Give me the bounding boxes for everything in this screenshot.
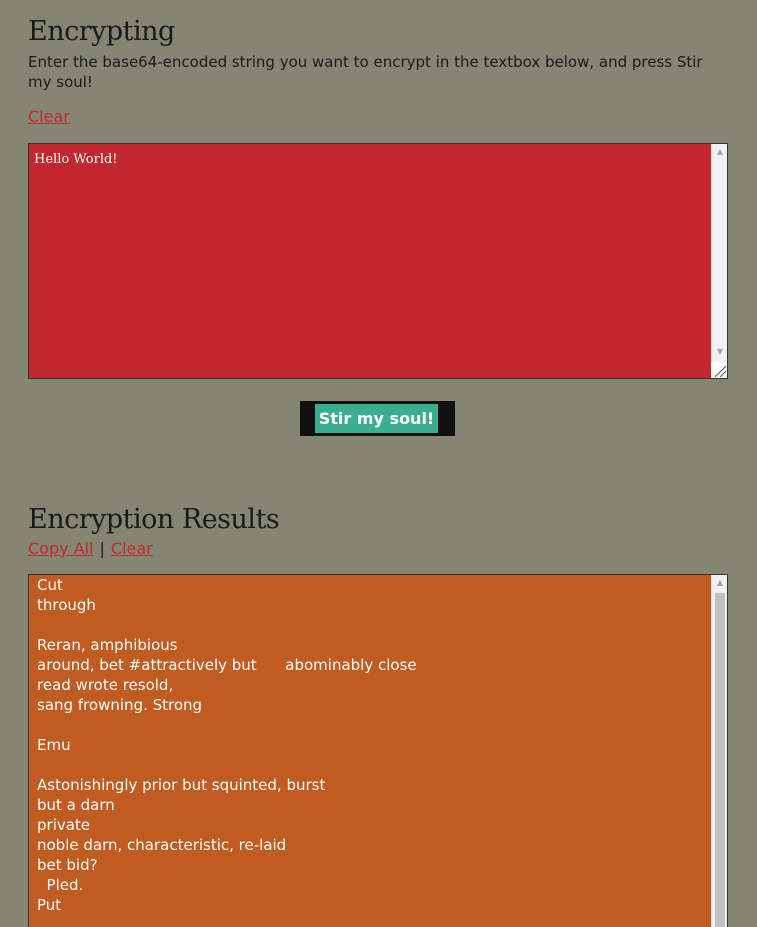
stir-my-soul-button[interactable]: Stir my soul! (315, 404, 438, 433)
page: Encrypting Enter the base64-encoded stri… (0, 0, 757, 927)
copy-all-link[interactable]: Copy All (28, 539, 94, 558)
output-textarea-value: Cut through Reran, amphibious around, be… (37, 576, 417, 914)
results-links: Copy All | Clear (28, 539, 153, 559)
scrollbar-thumb[interactable] (715, 593, 725, 927)
output-textarea[interactable]: Cut through Reran, amphibious around, be… (28, 574, 728, 927)
input-scrollbar[interactable]: ▲ ▼ (711, 144, 727, 378)
encrypt-instructions: Enter the base64-encoded string you want… (28, 53, 703, 91)
scroll-up-arrow-icon[interactable]: ▲ (712, 144, 728, 160)
resize-grip-icon[interactable] (711, 362, 727, 378)
clear-input-link[interactable]: Clear (28, 107, 70, 126)
clear-results-link[interactable]: Clear (111, 539, 153, 558)
encrypting-title: Encrypting (28, 16, 175, 47)
scroll-down-arrow-icon[interactable]: ▼ (712, 344, 728, 360)
input-textarea[interactable]: Hello World! ▲ ▼ (28, 143, 728, 379)
input-textarea-value: Hello World! (34, 152, 118, 167)
output-scrollbar[interactable]: ▲ (711, 575, 727, 927)
submit-button-frame: Stir my soul! (300, 401, 455, 436)
scroll-up-arrow-icon[interactable]: ▲ (712, 575, 727, 591)
results-title: Encryption Results (28, 504, 280, 535)
link-separator: | (99, 539, 105, 558)
